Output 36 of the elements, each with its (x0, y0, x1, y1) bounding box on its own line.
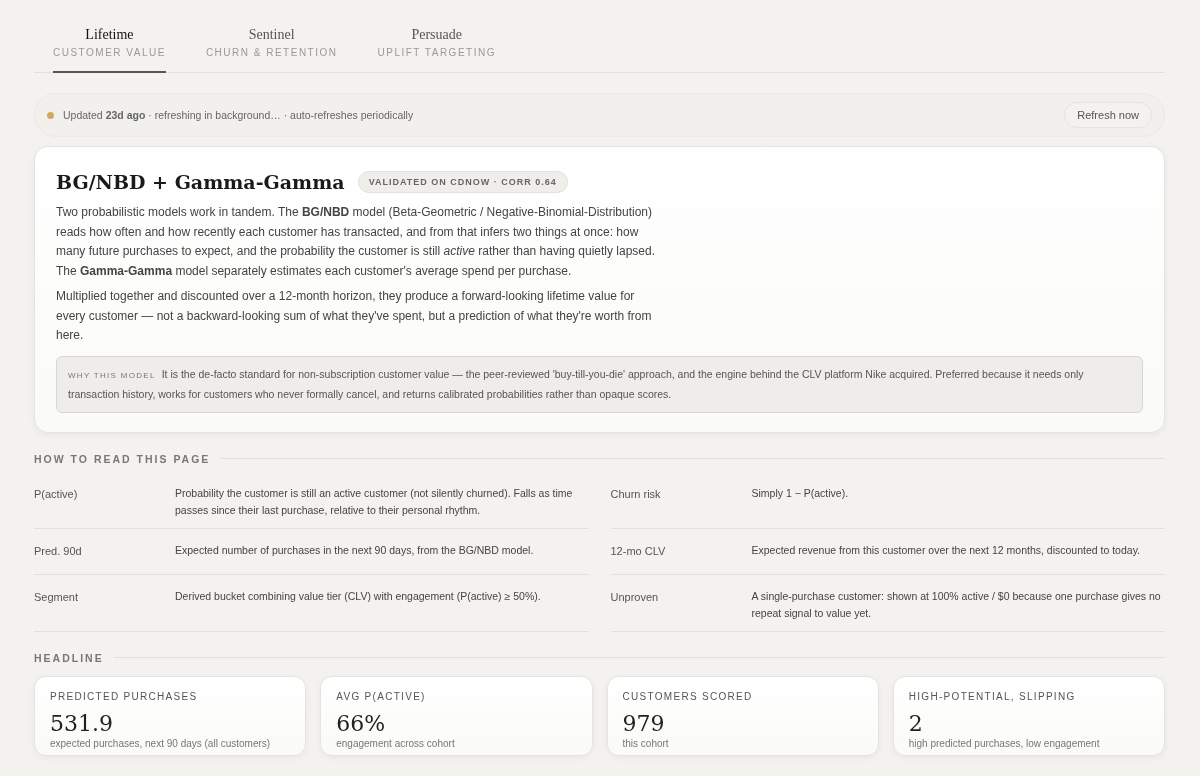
glossary-term: Segment (34, 590, 80, 605)
glossary-definition: Expected revenue from this customer over the next 12 months, discounted to today. (751, 542, 1140, 558)
kpi-value: 979 (622, 710, 666, 736)
glossary-definition: Simply 1 − P(active). (751, 485, 849, 501)
model-title: BG/NBD + Gamma-Gamma (56, 171, 345, 193)
tab[interactable]: Sentinel CHURN & RETENTION (205, 27, 338, 73)
glossary-term: Unproven (610, 590, 660, 605)
kpi-label: CUSTOMERS SCORED (622, 690, 754, 702)
kpi-caption: this cohort (622, 737, 670, 749)
glossary-term: Pred. 90d (34, 544, 83, 559)
kpi-label: HIGH-POTENTIAL, SLIPPING (908, 690, 1077, 702)
glossary-definition: Probability the customer is still an active customer (not silently churned). Falls as time passes since their last purchase, relative to their personal rhythm. (175, 485, 574, 518)
refresh-button[interactable]: Refresh now (1064, 102, 1152, 128)
validation-badge: VALIDATED ON CDNOW · CORR 0.64 (357, 171, 568, 193)
note-text: WHY THIS MODEL It is the de-facto standard for non-subscription customer value — the peer-reviewed 'buy-till-you-die' approach, and the engine behind the CLV platform Nike acquired. Preferred because it needs only transaction history, works for customers who never formally cancel, and returns calibrated probabilities rather than opaque scores. (68, 366, 1085, 402)
kpi-value: 531.9 (50, 710, 114, 736)
kpi-value: 2 (908, 710, 924, 736)
section-heading: HEADLINE (34, 651, 104, 664)
kpi-caption: high predicted purchases, low engagement (908, 737, 1101, 749)
glossary-definition: A single-purchase customer: shown at 100% active / $0 because one purchase gives no repeat signal to value yet. (751, 588, 1162, 621)
description-text: Two probabilistic models work in tandem. The BG/NBD model (Beta-Geometric / Negative-Binomial-Distribution) reads how often and how recently each customer has transacted, and from that infers two things at once: how many future purchases to expect, and the probability the customer is still active rather than having quietly lapsed. The Gamma-Gamma model separately estimates each customer's average spend per purchase. (56, 204, 656, 280)
kpi-caption: engagement across cohort (336, 737, 456, 749)
kpi-caption: expected purchases, next 90 days (all customers) (50, 737, 272, 749)
kpi-label: PREDICTED PURCHASES (50, 690, 199, 702)
kpi-label: AVG P(ACTIVE) (336, 690, 427, 702)
glossary-term: Churn risk (610, 487, 662, 502)
kpi-value: 66% (336, 710, 387, 736)
tab[interactable]: Lifetime CUSTOMER VALUE (53, 27, 166, 73)
glossary-definition: Expected number of purchases in the next 90 days, from the BG/NBD model. (175, 542, 534, 558)
glossary-term: P(active) (34, 487, 79, 502)
glossary-term: 12-mo CLV (610, 544, 667, 559)
glossary-definition: Derived bucket combining value tier (CLV) with engagement (P(active) ≥ 50%). (175, 588, 541, 604)
status-text: Updated 23d ago · refreshing in background… · auto-refreshes periodically (63, 109, 414, 121)
section-heading: HOW TO READ THIS PAGE (34, 452, 211, 465)
tab[interactable]: Persuade UPLIFT TARGETING (377, 27, 496, 73)
description-text: Multiplied together and discounted over a 12-month horizon, they produce a forward-looking lifetime value for every customer — not a backward-looking sum of what they've spent, but a prediction of what they're worth from here. (56, 288, 653, 344)
